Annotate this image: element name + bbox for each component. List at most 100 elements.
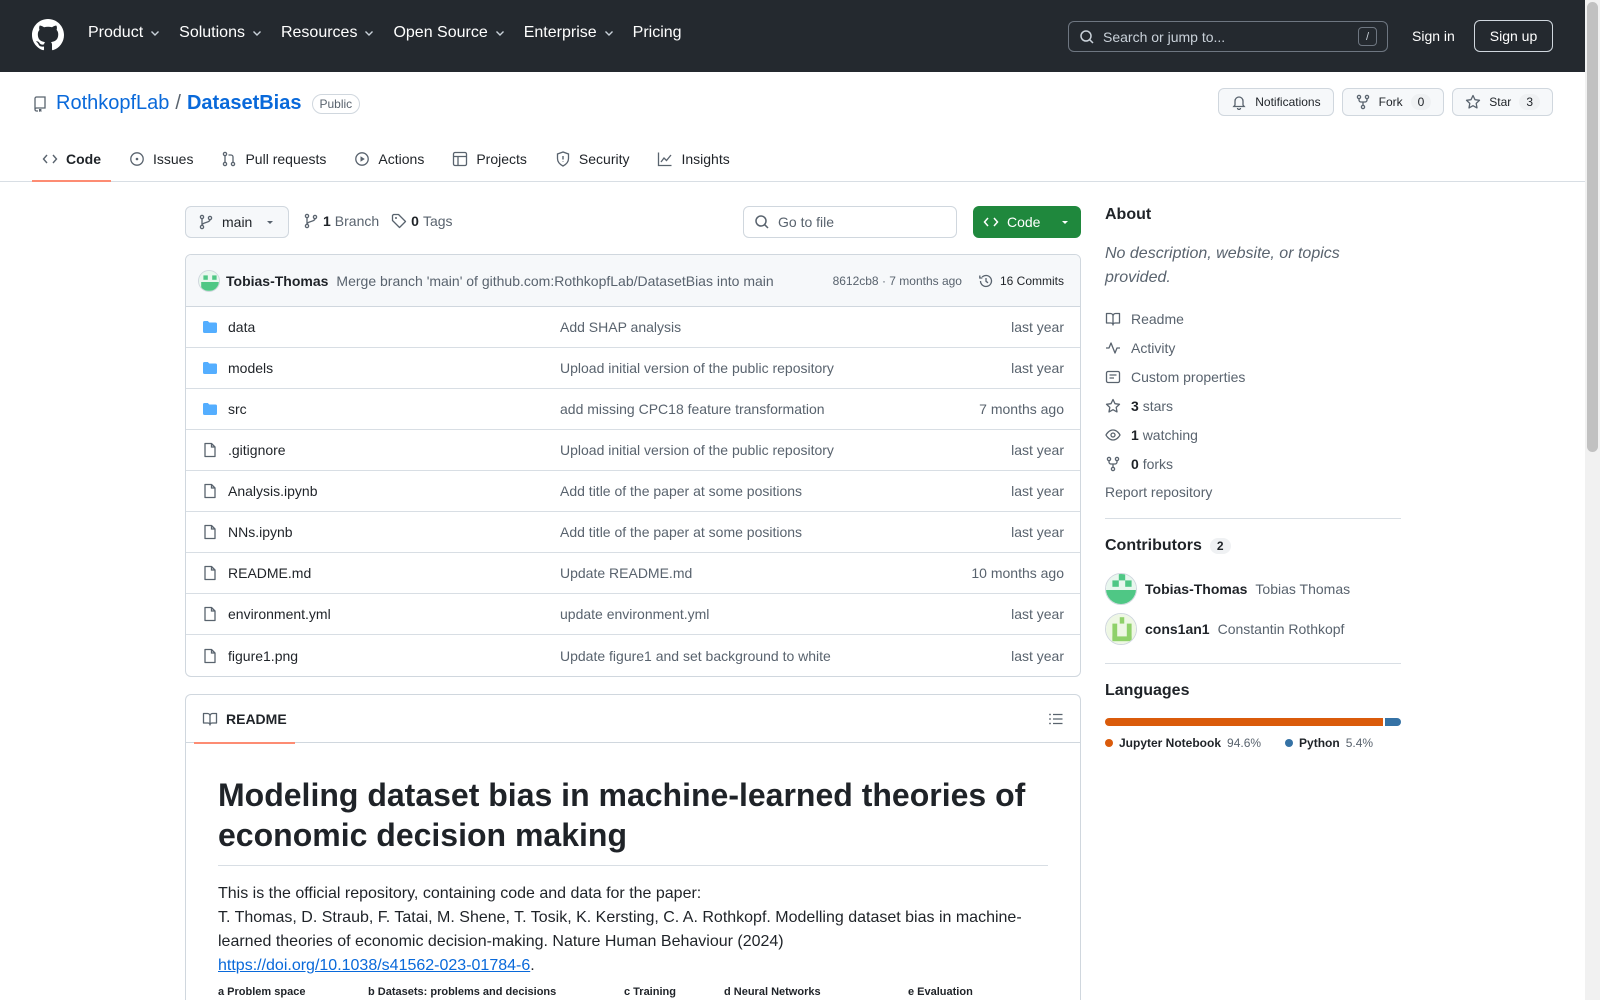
file-commit-message[interactable]: Add title of the paper at some positions — [560, 483, 1011, 499]
nav-enterprise[interactable]: Enterprise — [524, 24, 615, 42]
file-commit-date: last year — [1011, 524, 1064, 540]
tab-projects[interactable]: Projects — [442, 136, 537, 182]
tab-code[interactable]: Code — [32, 136, 111, 182]
activity-link[interactable]: Activity — [1105, 333, 1401, 362]
avatar[interactable] — [1105, 573, 1137, 605]
forks-count: 0 — [1131, 455, 1139, 472]
tab-issues[interactable]: Issues — [119, 136, 203, 182]
report-repository-link[interactable]: Report repository — [1105, 484, 1401, 500]
search-icon — [1080, 29, 1094, 44]
table-row[interactable]: .gitignore Upload initial version of the … — [186, 430, 1080, 471]
file-commit-message[interactable]: Upload initial version of the public rep… — [560, 442, 1011, 458]
tab-actions[interactable]: Actions — [344, 136, 434, 182]
table-row[interactable]: src add missing CPC18 feature transformat… — [186, 389, 1080, 430]
sign-up-button[interactable]: Sign up — [1474, 20, 1553, 52]
table-row[interactable]: figure1.png Update figure1 and set backgr… — [186, 635, 1080, 676]
visibility-badge: Public — [311, 93, 361, 114]
stars-link[interactable]: 3 stars — [1105, 391, 1401, 420]
repo-owner-link[interactable]: RothkopfLab — [56, 92, 169, 115]
file-name-link[interactable]: data — [228, 319, 560, 335]
note-icon — [1105, 370, 1121, 383]
contributors-heading[interactable]: Contributors 2 — [1105, 537, 1401, 555]
list-unordered-icon[interactable] — [1048, 711, 1064, 727]
file-commit-message[interactable]: Update README.md — [560, 565, 971, 581]
file-name-link[interactable]: src — [228, 401, 560, 417]
commit-message[interactable]: Merge branch 'main' of github.com:Rothko… — [336, 273, 773, 289]
page-scrollbar[interactable] — [1585, 0, 1600, 1000]
repo-name-link[interactable]: DatasetBias — [187, 92, 302, 115]
table-row[interactable]: NNs.ipynb Add title of the paper at some … — [186, 512, 1080, 553]
file-icon — [202, 565, 218, 581]
file-name-link[interactable]: NNs.ipynb — [228, 524, 560, 540]
tab-pull-requests[interactable]: Pull requests — [211, 136, 336, 182]
star-button[interactable]: Star 3 — [1452, 88, 1553, 116]
contributor-item[interactable]: cons1an1 Constantin Rothkopf — [1105, 613, 1401, 645]
search-input[interactable]: Search or jump to... / — [1068, 21, 1388, 52]
eye-icon — [1105, 428, 1121, 441]
watching-link[interactable]: 1 watching — [1105, 420, 1401, 449]
file-commit-message[interactable]: Add title of the paper at some positions — [560, 524, 1011, 540]
tags-link[interactable]: 0 Tags — [391, 213, 453, 229]
nav-product[interactable]: Product — [88, 24, 161, 42]
git-branch-icon — [199, 214, 213, 230]
fork-button[interactable]: Fork 0 — [1341, 88, 1445, 116]
file-commit-message[interactable]: Update figure1 and set background to whi… — [560, 648, 1011, 664]
file-name-link[interactable]: figure1.png — [228, 648, 560, 664]
language-item[interactable]: Jupyter Notebook 94.6% — [1105, 736, 1261, 750]
code-dropdown-button[interactable]: Code — [973, 206, 1081, 238]
nav-open-source[interactable]: Open Source — [393, 24, 505, 42]
tab-label: Insights — [681, 151, 730, 167]
nav-resources[interactable]: Resources — [281, 24, 375, 42]
forks-link[interactable]: 0 forks — [1105, 449, 1401, 478]
nav-solutions[interactable]: Solutions — [179, 24, 263, 42]
custom-properties-link[interactable]: Custom properties — [1105, 362, 1401, 391]
table-row[interactable]: README.md Update README.md 10 months ago — [186, 553, 1080, 594]
readme-tab-label: README — [226, 711, 287, 727]
notifications-button[interactable]: Notifications — [1218, 88, 1334, 116]
file-name-link[interactable]: README.md — [228, 565, 560, 581]
doi-link-tail: . — [530, 957, 535, 974]
nav-label: Enterprise — [523, 24, 597, 41]
table-row[interactable]: models Upload initial version of the publ… — [186, 348, 1080, 389]
repo-actions: Notifications Fork 0 Star 3 — [1218, 88, 1553, 116]
github-logo-icon[interactable] — [32, 19, 64, 51]
table-row[interactable]: data Add SHAP analysis last year — [186, 307, 1080, 348]
contributor-name: Tobias Thomas — [1255, 581, 1351, 597]
sign-in-link[interactable]: Sign in — [1412, 28, 1455, 44]
branch-select-button[interactable]: main — [185, 206, 289, 238]
branches-link[interactable]: 1 Branch — [303, 213, 379, 229]
file-name-link[interactable]: Analysis.ipynb — [228, 483, 560, 499]
bell-icon — [1232, 96, 1246, 110]
doi-link[interactable]: https://doi.org/10.1038/s41562-023-01784… — [218, 957, 530, 974]
tag-count: 0 — [411, 213, 419, 229]
readme-link[interactable]: Readme — [1105, 304, 1401, 333]
tab-insights[interactable]: Insights — [647, 136, 739, 182]
file-commit-message[interactable]: Add SHAP analysis — [560, 319, 1011, 335]
file-commit-message[interactable]: update environment.yml — [560, 606, 1011, 622]
scrollbar-thumb[interactable] — [1587, 2, 1598, 452]
commit-sha-time[interactable]: 8612cb8 · 7 months ago — [833, 274, 962, 288]
go-to-file-input[interactable]: Go to file — [743, 206, 957, 238]
contributor-item[interactable]: Tobias-Thomas Tobias Thomas — [1105, 573, 1401, 605]
language-item[interactable]: Python 5.4% — [1285, 736, 1373, 750]
figure-label-a: a Problem space — [218, 986, 306, 998]
readme-tab[interactable]: README — [194, 695, 295, 744]
avatar[interactable] — [1105, 613, 1137, 645]
commits-history-link[interactable]: 16 Commits — [978, 273, 1064, 289]
table-row[interactable]: Analysis.ipynb Add title of the paper at … — [186, 471, 1080, 512]
table-row[interactable]: environment.yml update environment.yml las… — [186, 594, 1080, 635]
file-name-link[interactable]: models — [228, 360, 560, 376]
avatar[interactable] — [198, 269, 220, 292]
watching-count: 1 — [1131, 426, 1139, 443]
notifications-label: Notifications — [1255, 95, 1321, 109]
figure-label-e: e Evaluation — [908, 986, 973, 998]
commit-author[interactable]: Tobias-Thomas — [226, 273, 328, 289]
file-name-link[interactable]: .gitignore — [228, 442, 560, 458]
nav-pricing[interactable]: Pricing — [633, 24, 682, 42]
repo-separator: / — [175, 92, 181, 114]
file-commit-message[interactable]: add missing CPC18 feature transformation — [560, 401, 979, 417]
file-commit-message[interactable]: Upload initial version of the public rep… — [560, 360, 1011, 376]
tab-security[interactable]: Security — [545, 136, 640, 182]
file-icon — [202, 483, 218, 499]
file-name-link[interactable]: environment.yml — [228, 606, 560, 622]
